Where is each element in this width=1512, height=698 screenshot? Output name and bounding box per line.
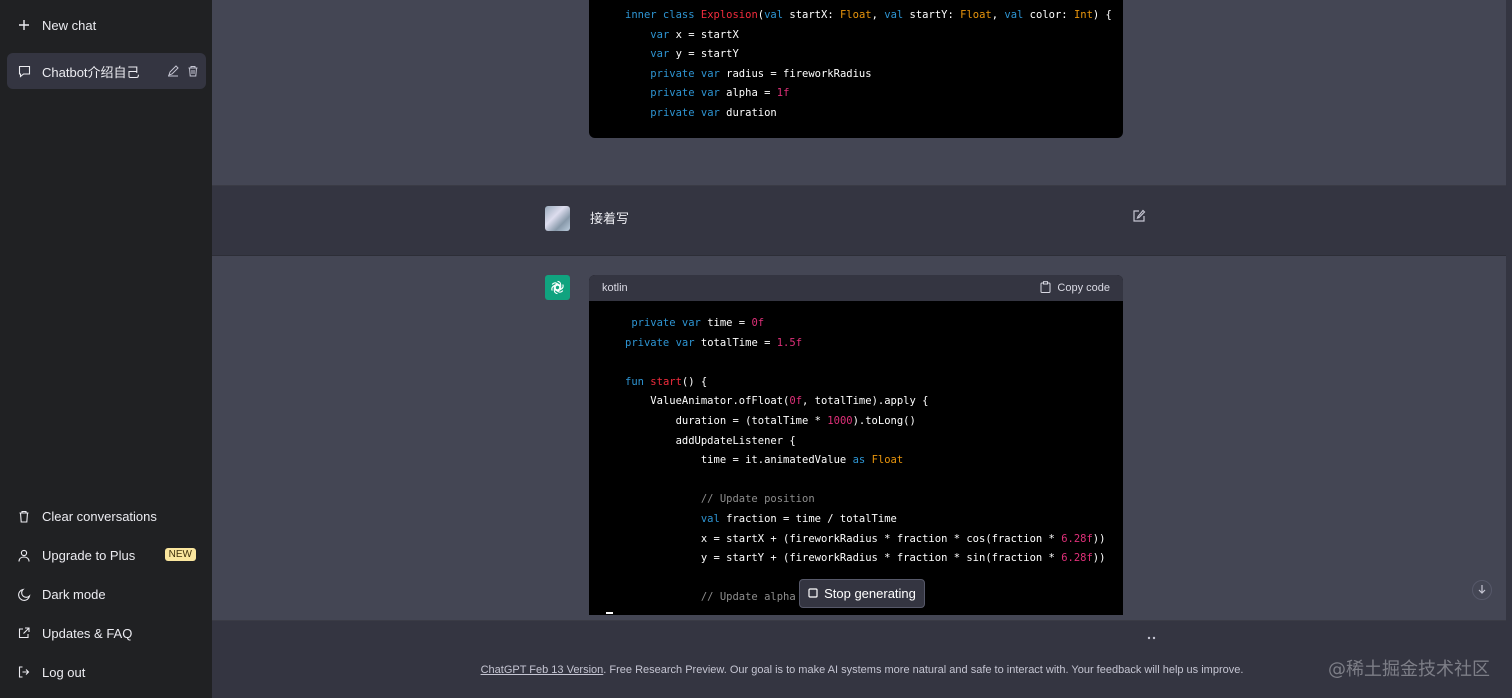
code-block-current: kotlin Copy code private var time = 0f p… bbox=[589, 275, 1123, 615]
sidebar: New chat Chatbot介绍自己 Clear conversations… bbox=[0, 0, 212, 698]
copy-code-button[interactable]: Copy code bbox=[1040, 280, 1110, 296]
external-link-icon bbox=[17, 626, 31, 640]
user-icon bbox=[17, 548, 31, 562]
stop-generating-button[interactable]: Stop generating bbox=[799, 579, 925, 608]
conversation-item[interactable]: Chatbot介绍自己 bbox=[7, 53, 206, 89]
code-content-previous: inner class Explosion(val startX: Float,… bbox=[625, 9, 1112, 119]
assistant-message-previous: inner class Explosion(val startX: Float,… bbox=[212, 0, 1506, 186]
dark-mode-toggle[interactable]: Dark mode bbox=[7, 576, 206, 612]
trash-icon bbox=[17, 509, 31, 523]
stop-square-icon bbox=[808, 586, 818, 601]
typing-cursor bbox=[606, 612, 613, 614]
copy-code-label: Copy code bbox=[1057, 282, 1110, 294]
log-out-button[interactable]: Log out bbox=[7, 654, 206, 690]
log-out-label: Log out bbox=[42, 664, 86, 680]
chat-bubble-icon bbox=[17, 64, 31, 78]
log-out-icon bbox=[17, 665, 31, 679]
edit-icon[interactable] bbox=[166, 64, 180, 78]
code-content-current: private var time = 0f private var totalT… bbox=[625, 317, 1106, 604]
stop-generating-label: Stop generating bbox=[824, 586, 916, 601]
code-block-previous: inner class Explosion(val startX: Float,… bbox=[589, 0, 1123, 138]
code-language-label: kotlin bbox=[602, 282, 628, 294]
delete-icon[interactable] bbox=[186, 64, 200, 78]
new-chat-button[interactable]: New chat bbox=[7, 7, 206, 43]
user-message bbox=[212, 186, 1506, 256]
upgrade-label: Upgrade to Plus bbox=[42, 547, 136, 563]
chatgpt-avatar bbox=[545, 275, 570, 300]
scroll-to-bottom-button[interactable] bbox=[1472, 580, 1492, 600]
loading-dots-icon bbox=[1147, 627, 1157, 645]
clear-conversations-button[interactable]: Clear conversations bbox=[7, 498, 206, 534]
user-avatar bbox=[545, 206, 570, 231]
clear-conversations-label: Clear conversations bbox=[42, 508, 157, 524]
clipboard-icon bbox=[1040, 280, 1051, 296]
chat-main: inner class Explosion(val startX: Float,… bbox=[212, 0, 1512, 698]
user-prompt-text: 接着写 bbox=[590, 211, 630, 226]
arrow-down-icon bbox=[1477, 581, 1487, 599]
new-chat-label: New chat bbox=[42, 17, 97, 33]
version-link[interactable]: ChatGPT Feb 13 Version bbox=[481, 664, 604, 676]
conversation-title: Chatbot介绍自己 bbox=[42, 64, 140, 80]
dark-mode-label: Dark mode bbox=[42, 586, 106, 602]
new-badge: NEW bbox=[164, 548, 196, 561]
moon-icon bbox=[17, 587, 31, 601]
watermark: @稀土掘金技术社区 bbox=[1328, 659, 1490, 680]
message-input-bar[interactable] bbox=[545, 620, 1171, 652]
upgrade-to-plus-button[interactable]: Upgrade to Plus NEW bbox=[7, 537, 206, 573]
code-block-header: kotlin Copy code bbox=[589, 275, 1123, 301]
updates-faq-link[interactable]: Updates & FAQ bbox=[7, 615, 206, 651]
footer-disclaimer: ChatGPT Feb 13 Version. Free Research Pr… bbox=[212, 664, 1512, 676]
plus-icon bbox=[17, 18, 31, 32]
edit-message-icon[interactable] bbox=[1132, 209, 1146, 223]
footer-text: . Free Research Preview. Our goal is to … bbox=[603, 664, 1244, 676]
updates-faq-label: Updates & FAQ bbox=[42, 625, 133, 641]
openai-logo-icon bbox=[551, 280, 564, 295]
